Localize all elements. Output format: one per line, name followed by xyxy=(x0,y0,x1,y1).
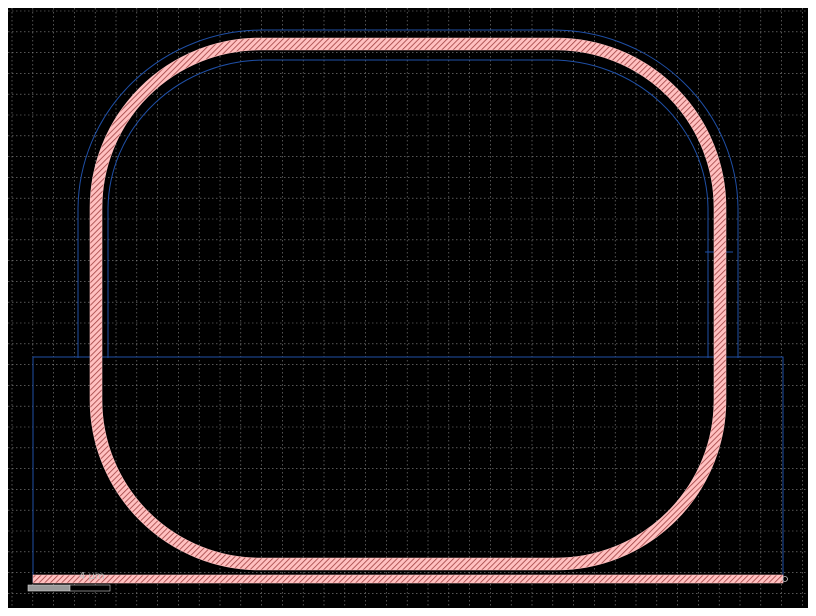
grid xyxy=(8,8,808,608)
layout-viewport[interactable]: 4 µm xyxy=(0,0,816,616)
layout-drawing: 4 µm xyxy=(8,8,808,608)
scale-bar-left-segment xyxy=(27,584,71,592)
bus-waveguide-bar xyxy=(32,574,784,584)
layout-canvas[interactable]: 4 µm xyxy=(8,8,808,608)
coupling-region-box xyxy=(32,356,784,583)
scale-bar-label: 4 µm xyxy=(79,571,105,582)
ring-waveguide xyxy=(89,37,727,571)
bus-waveguide xyxy=(32,574,788,584)
inner-cladding-outline xyxy=(107,59,709,358)
cladding-outlines xyxy=(32,29,784,583)
scale-bar-right-segment xyxy=(69,584,111,592)
outer-cladding-outline xyxy=(77,29,739,358)
ring-waveguide-outer-edge xyxy=(89,37,727,571)
